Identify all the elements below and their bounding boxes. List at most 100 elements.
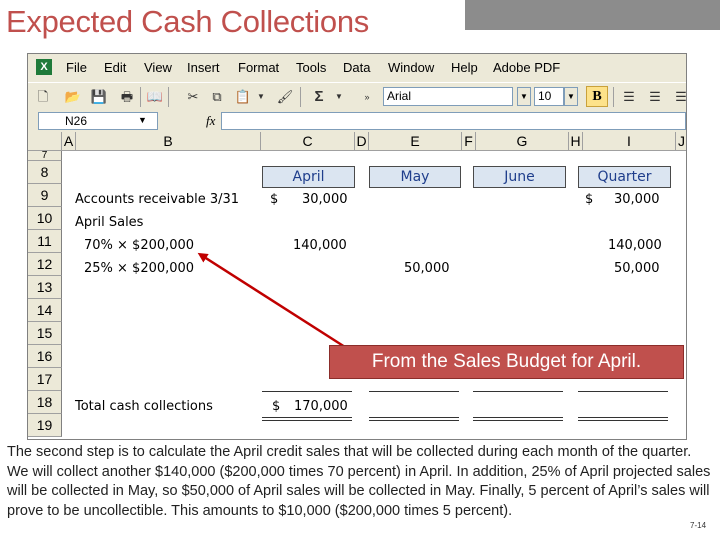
header-june: June xyxy=(473,166,566,188)
row-header[interactable]: 14 xyxy=(28,299,62,322)
toolbar-separator xyxy=(140,87,141,107)
cell-e12: 50,000 xyxy=(404,261,450,276)
row-header[interactable]: 17 xyxy=(28,368,62,391)
menu-data[interactable]: Data xyxy=(343,60,370,75)
row-header[interactable]: 7 xyxy=(28,151,62,161)
row-header[interactable]: 16 xyxy=(28,345,62,368)
column-header-g[interactable]: G xyxy=(476,132,569,150)
menu-edit[interactable]: Edit xyxy=(104,60,126,75)
double-line-april xyxy=(262,420,352,421)
slide-title: Expected Cash Collections xyxy=(6,4,369,39)
formula-input[interactable] xyxy=(221,112,686,130)
double-line-june xyxy=(473,420,563,421)
cell-c18: 170,000 xyxy=(294,399,348,414)
format-painter-icon[interactable]: 🖌 xyxy=(276,88,294,106)
cell-c9-currency: $ xyxy=(270,192,279,207)
page-number: 7-14 xyxy=(690,521,707,530)
name-box-dropdown-icon[interactable]: ▼ xyxy=(138,115,147,125)
menu-bar: X File Edit View Insert Format Tools Dat… xyxy=(28,54,686,82)
double-line-june xyxy=(473,417,563,418)
row-header[interactable]: 9 xyxy=(28,184,62,207)
save-icon[interactable]: 💾 xyxy=(90,88,108,106)
cell-grid[interactable]: 7 8 9 10 11 12 13 14 15 16 17 18 19 Apri… xyxy=(28,151,686,439)
row-header[interactable]: 15 xyxy=(28,322,62,345)
align-right-icon[interactable]: ☰ xyxy=(672,88,686,106)
column-header-a[interactable]: A xyxy=(62,132,76,150)
column-header-e[interactable]: E xyxy=(369,132,462,150)
header-april: April xyxy=(262,166,355,188)
cell-b12: 25% × $200,000 xyxy=(84,261,195,276)
double-line-quarter xyxy=(578,417,668,418)
double-line-quarter xyxy=(578,420,668,421)
column-header-b[interactable]: B xyxy=(76,132,261,150)
align-left-icon[interactable]: ☰ xyxy=(620,88,638,106)
row-header[interactable]: 18 xyxy=(28,391,62,414)
total-line-april xyxy=(262,391,352,392)
cell-b9: Accounts receivable 3/31 xyxy=(75,192,240,207)
research-icon[interactable]: 📖 xyxy=(146,88,164,106)
font-size-box[interactable]: 10 xyxy=(534,87,564,106)
paste-icon[interactable]: 📋 xyxy=(234,88,252,106)
title-bar: Expected Cash Collections xyxy=(0,0,720,40)
autosum-icon[interactable]: Σ xyxy=(310,88,328,106)
row-header[interactable]: 10 xyxy=(28,207,62,230)
callout-box: From the Sales Budget for April. xyxy=(329,345,684,379)
menu-view[interactable]: View xyxy=(144,60,172,75)
formula-bar: N26 ▼ fx xyxy=(28,111,686,131)
toolbar-separator xyxy=(613,87,614,107)
column-header-i[interactable]: I xyxy=(583,132,676,150)
excel-doc-icon[interactable]: X xyxy=(36,59,52,75)
double-line-may xyxy=(369,420,459,421)
column-headers: A B C D E F G H I J xyxy=(28,132,686,151)
toolbar-separator xyxy=(168,87,169,107)
double-line-april xyxy=(262,417,352,418)
header-quarter: Quarter xyxy=(578,166,671,188)
cell-i12: 50,000 xyxy=(614,261,660,276)
column-header-c[interactable]: C xyxy=(261,132,355,150)
font-name-box[interactable]: Arial xyxy=(383,87,513,106)
cell-b18: Total cash collections xyxy=(75,399,213,414)
cell-c11: 140,000 xyxy=(293,238,347,253)
menu-adobe-pdf[interactable]: Adobe PDF xyxy=(493,60,560,75)
paste-dropdown-icon[interactable]: ▼ xyxy=(252,88,270,106)
select-all-corner[interactable] xyxy=(28,132,62,150)
toolbar-separator xyxy=(300,87,301,107)
row-header[interactable]: 11 xyxy=(28,230,62,253)
title-accent-band xyxy=(465,0,720,30)
double-line-may xyxy=(369,417,459,418)
row-header[interactable]: 19 xyxy=(28,414,62,437)
new-document-icon[interactable]: 🗋 xyxy=(34,88,52,106)
menu-tools[interactable]: Tools xyxy=(296,60,326,75)
cell-i9: 30,000 xyxy=(614,192,660,207)
menu-insert[interactable]: Insert xyxy=(187,60,220,75)
column-header-j[interactable]: J xyxy=(676,132,686,150)
excel-window: X File Edit View Insert Format Tools Dat… xyxy=(27,53,687,440)
menu-format[interactable]: Format xyxy=(238,60,279,75)
cell-c9: 30,000 xyxy=(302,192,348,207)
print-icon[interactable]: 🖶 xyxy=(118,88,136,106)
menu-window[interactable]: Window xyxy=(388,60,434,75)
font-size-dropdown[interactable]: ▼ xyxy=(564,87,578,106)
bold-button[interactable]: B xyxy=(586,86,608,107)
header-may: May xyxy=(369,166,461,188)
align-center-icon[interactable]: ☰ xyxy=(646,88,664,106)
column-header-h[interactable]: H xyxy=(569,132,583,150)
menu-file[interactable]: File xyxy=(66,60,87,75)
total-line-quarter xyxy=(578,391,668,392)
row-header[interactable]: 12 xyxy=(28,253,62,276)
row-header[interactable]: 13 xyxy=(28,276,62,299)
total-line-may xyxy=(369,391,459,392)
row-header[interactable]: 8 xyxy=(28,161,62,184)
column-header-d[interactable]: D xyxy=(355,132,369,150)
column-header-f[interactable]: F xyxy=(462,132,476,150)
cell-c18-currency: $ xyxy=(272,399,281,414)
menu-help[interactable]: Help xyxy=(451,60,478,75)
font-name-dropdown[interactable]: ▼ xyxy=(517,87,531,106)
insert-function-icon[interactable]: fx xyxy=(206,113,215,129)
toolbar-options-icon[interactable]: » xyxy=(358,88,376,106)
open-folder-icon[interactable]: 📂 xyxy=(64,88,82,106)
total-line-june xyxy=(473,391,563,392)
autosum-dropdown-icon[interactable]: ▼ xyxy=(330,88,348,106)
cut-icon[interactable]: ✂ xyxy=(184,88,202,106)
copy-icon[interactable]: ⧉ xyxy=(208,88,226,106)
